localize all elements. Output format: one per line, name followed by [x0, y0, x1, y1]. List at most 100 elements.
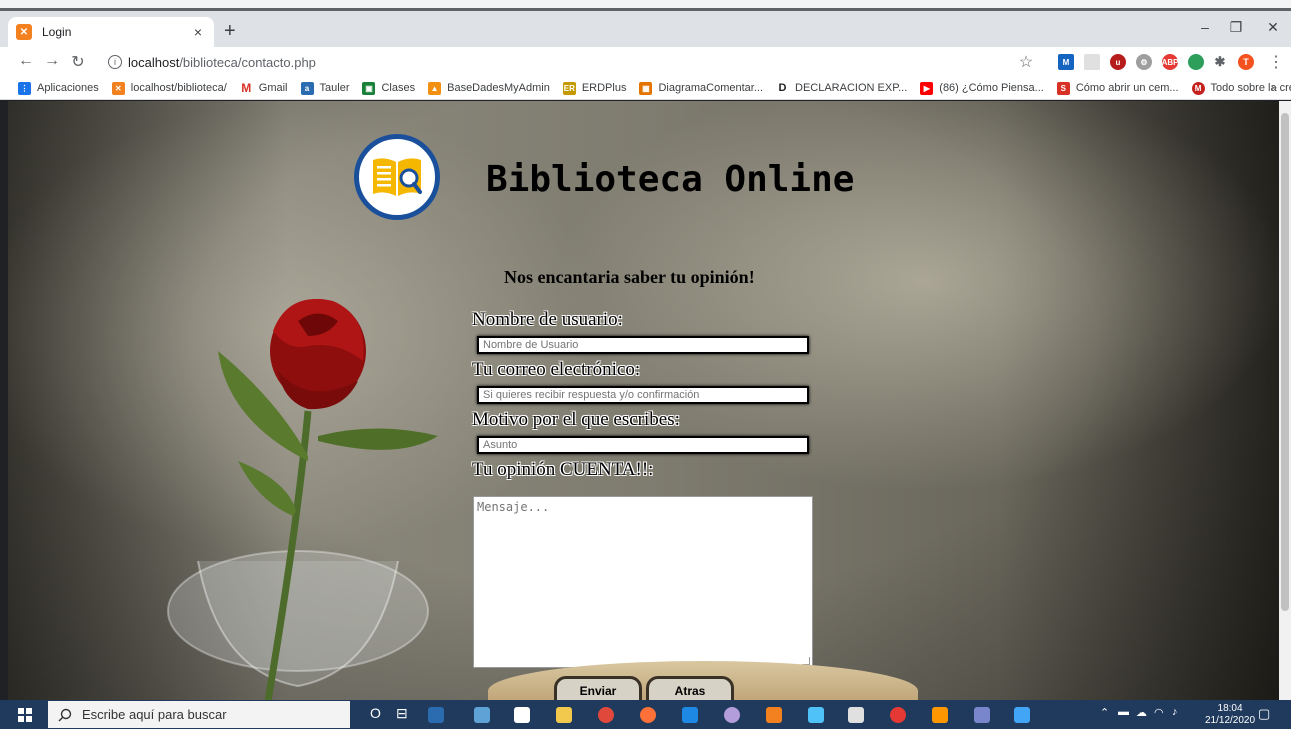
edge-icon[interactable]	[474, 707, 490, 723]
extension-icon[interactable]	[1084, 54, 1100, 70]
email-input[interactable]	[477, 386, 809, 404]
tab-bar: ✕ Login × + – ❐ ✕	[0, 11, 1291, 47]
bookmark-erdplus[interactable]: ER ERDPlus	[562, 81, 626, 95]
volume-icon[interactable]: ♪	[1172, 706, 1178, 718]
discord-icon[interactable]	[974, 707, 990, 723]
message-label: Tu opinión CUENTA!!:	[472, 459, 654, 480]
bookmark-basedades[interactable]: ▲ BaseDadesMyAdmin	[428, 81, 550, 95]
book-search-icon	[373, 158, 422, 196]
bookmark-clases[interactable]: ▣ Clases	[362, 81, 415, 95]
library-logo	[354, 134, 440, 220]
menu-kebab-icon[interactable]: ⋮	[1266, 52, 1286, 72]
bookmarks-bar: ⋮ Aplicaciones ✕ localhost/biblioteca/ M Gm…	[0, 77, 1291, 100]
virtualbox-icon[interactable]	[848, 707, 864, 723]
document-icon: D	[776, 81, 789, 95]
grammarly-icon[interactable]	[1188, 54, 1204, 70]
bookmark-gmail[interactable]: M Gmail	[239, 81, 288, 95]
phpmyadmin-icon: ▲	[428, 81, 442, 95]
bookmark-declaracion[interactable]: D DECLARACION EXP...	[776, 81, 907, 95]
clock-date: 21/12/2020	[1205, 715, 1256, 726]
classroom-icon: ▣	[362, 81, 376, 95]
taskbar-clock[interactable]: 18:04 21/12/2020	[1205, 703, 1255, 727]
windows-taskbar: Escribe aquí para buscar O ⊟ ⌃ ▬ ☁ ◠ ♪ 1…	[0, 700, 1291, 729]
search-icon	[58, 708, 72, 721]
adblock-plus-icon[interactable]: ABP	[1162, 54, 1178, 70]
file-explorer-icon[interactable]	[556, 707, 572, 723]
windows-start-icon[interactable]	[18, 708, 32, 722]
reload-icon[interactable]: ↻	[68, 52, 88, 72]
site-title: Biblioteca Online	[486, 159, 855, 200]
file-icon[interactable]	[514, 707, 530, 723]
task-view-icon[interactable]: ⊟	[396, 705, 408, 722]
mail-icon[interactable]	[808, 707, 824, 723]
extensions-puzzle-icon[interactable]: ✱	[1212, 54, 1228, 70]
clock-time: 18:04	[1217, 703, 1243, 714]
eclipse-icon[interactable]	[724, 707, 740, 723]
new-tab-button[interactable]: +	[224, 21, 236, 41]
movistar-extension-icon[interactable]: M	[1058, 54, 1074, 70]
onedrive-icon[interactable]: ☁	[1136, 706, 1147, 719]
window-top-strip	[0, 0, 1291, 11]
tab-title: Login	[42, 25, 72, 39]
username-label: Nombre de usuario:	[472, 309, 623, 330]
diagram-icon: ▦	[639, 81, 653, 95]
page-viewport: Biblioteca Online Nos encantaria saber t…	[8, 101, 1279, 700]
close-tab-icon[interactable]: ×	[190, 24, 206, 40]
username-input[interactable]	[477, 336, 809, 354]
firefox-icon[interactable]	[640, 707, 656, 723]
forward-icon[interactable]: →	[42, 52, 62, 70]
email-label: Tu correo electrónico:	[472, 359, 641, 380]
wifi-icon[interactable]: ◠	[1154, 706, 1164, 719]
powershell-icon[interactable]	[428, 707, 444, 723]
xampp-taskbar-icon[interactable]	[766, 707, 782, 723]
bookmark-cementerio[interactable]: S Cómo abrir un cem...	[1056, 81, 1179, 95]
url-host: localhost	[128, 54, 180, 70]
xampp-icon: ✕	[111, 81, 125, 95]
battery-icon: ▬	[1118, 706, 1129, 718]
site-icon: S	[1056, 81, 1070, 95]
browser-tab[interactable]: ✕ Login ×	[8, 17, 214, 47]
vlc-icon[interactable]	[932, 707, 948, 723]
cortana-icon[interactable]: O	[370, 705, 381, 721]
bookmark-tauler[interactable]: a Tauler	[300, 81, 349, 95]
tauler-icon: a	[300, 81, 314, 95]
form-subtitle: Nos encantaria saber tu opinión!	[504, 267, 755, 287]
minimize-button[interactable]: –	[1190, 19, 1220, 35]
close-window-button[interactable]: ✕	[1258, 19, 1288, 36]
reason-input[interactable]	[477, 436, 809, 454]
page-scrollbar[interactable]	[1279, 101, 1291, 700]
settings-extension-icon[interactable]: ⚙	[1136, 54, 1152, 70]
bookmark-star-icon[interactable]: ☆	[1016, 52, 1036, 72]
ublock-icon[interactable]: u	[1110, 54, 1126, 70]
bookmark-youtube[interactable]: ▶ (86) ¿Cómo Piensa...	[920, 81, 1044, 95]
profile-avatar[interactable]: T	[1238, 54, 1254, 70]
xampp-favicon-icon: ✕	[16, 24, 32, 40]
send-button[interactable]: Enviar	[554, 676, 642, 700]
url-path: /biblioteca/contacto.php	[179, 54, 316, 70]
chrome-icon[interactable]	[598, 707, 614, 723]
gmail-icon: M	[239, 81, 253, 95]
document-app-icon[interactable]	[1014, 707, 1030, 723]
notifications-icon[interactable]: ▢	[1258, 706, 1270, 722]
scrollbar-thumb[interactable]	[1281, 113, 1289, 611]
reason-label: Motivo por el que escribes:	[472, 409, 680, 430]
info-icon[interactable]: i	[108, 55, 122, 69]
back-icon[interactable]: ←	[16, 52, 36, 70]
back-button[interactable]: Atras	[646, 676, 734, 700]
message-placeholder: Mensaje...	[477, 500, 550, 514]
tray-chevron-icon[interactable]: ⌃	[1100, 706, 1109, 719]
youtube-icon: ▶	[920, 81, 934, 95]
address-bar[interactable]: i localhost/biblioteca/contacto.php	[100, 50, 1020, 74]
site-m-icon: M	[1191, 81, 1205, 95]
erdplus-icon: ER	[562, 81, 576, 95]
taskbar-search-input[interactable]: Escribe aquí para buscar	[48, 701, 350, 728]
maximize-button[interactable]: ❐	[1221, 19, 1251, 36]
record-icon[interactable]	[890, 707, 906, 723]
browser-toolbar: ← → ↻ i localhost/biblioteca/contacto.ph…	[0, 47, 1291, 77]
bookmark-aplicaciones[interactable]: ⋮ Aplicaciones	[18, 81, 99, 95]
bookmark-diagrama[interactable]: ▦ DiagramaComentar...	[639, 81, 763, 95]
message-textarea[interactable]: Mensaje...	[473, 496, 813, 668]
bookmark-localhost[interactable]: ✕ localhost/biblioteca/	[111, 81, 227, 95]
bookmarks-overflow-icon[interactable]: »	[1271, 82, 1277, 94]
vscode-icon[interactable]	[682, 707, 698, 723]
